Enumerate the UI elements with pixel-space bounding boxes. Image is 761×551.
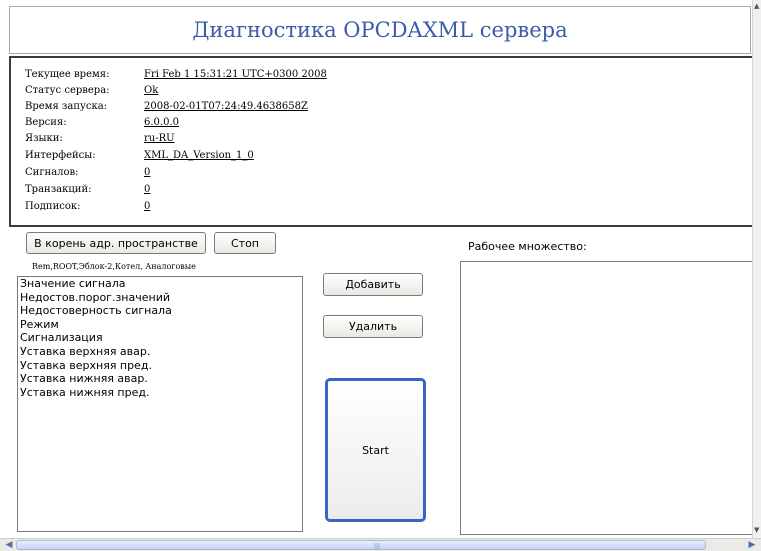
- info-label: Время запуска:: [25, 101, 108, 112]
- address-path: Rem,ROOT,Эблок-2,Котел, Аналоговые: [32, 262, 196, 271]
- info-value-link[interactable]: ru-RU: [144, 133, 175, 144]
- list-item[interactable]: Уставка верхняя авар.: [18, 345, 302, 359]
- info-label: Языки:: [25, 133, 63, 144]
- info-value-link[interactable]: Fri Feb 1 15:31:21 UTC+0300 2008: [144, 69, 327, 80]
- info-value-link[interactable]: 6.0.0.0: [144, 117, 179, 128]
- server-info-panel: Текущее время: Fri Feb 1 15:31:21 UTC+03…: [9, 56, 757, 227]
- info-value-link[interactable]: 0: [144, 167, 150, 178]
- list-item[interactable]: Режим: [18, 318, 302, 332]
- list-item[interactable]: Недостов.порог.значений: [18, 291, 302, 305]
- list-item[interactable]: Сигнализация: [18, 331, 302, 345]
- stop-button[interactable]: Стоп: [214, 232, 276, 254]
- list-item[interactable]: Недостоверность сигнала: [18, 304, 302, 318]
- info-label: Статус сервера:: [25, 85, 110, 96]
- info-label: Транзакций:: [25, 184, 92, 195]
- page: Диагностика OPCDAXML сервера Текущее вре…: [0, 0, 761, 551]
- start-button[interactable]: Start: [325, 378, 426, 522]
- info-value-link[interactable]: 0: [144, 184, 150, 195]
- delete-button[interactable]: Удалить: [323, 315, 423, 338]
- arrow-right-icon[interactable]: ▶: [745, 539, 759, 551]
- grip-icon: |||: [374, 543, 381, 550]
- working-set-list[interactable]: [460, 261, 760, 535]
- list-item[interactable]: Уставка нижняя авар.: [18, 372, 302, 386]
- list-item[interactable]: Значение сигнала: [18, 277, 302, 291]
- info-label: Версия:: [25, 117, 67, 128]
- info-value-link[interactable]: 2008-02-01T07:24:49.4638658Z: [144, 101, 308, 112]
- working-set-label: Рабочее множество:: [468, 240, 587, 253]
- horizontal-scrollbar[interactable]: ◀ ||| ▶: [0, 538, 761, 551]
- arrow-left-icon[interactable]: ◀: [2, 539, 16, 551]
- info-value-link[interactable]: 0: [144, 201, 150, 212]
- title-panel: Диагностика OPCDAXML сервера: [9, 6, 751, 54]
- arrow-down-icon[interactable]: ▼: [754, 526, 759, 534]
- page-title: Диагностика OPCDAXML сервера: [192, 18, 568, 42]
- info-label: Текущее время:: [25, 69, 110, 80]
- scrollbar-thumb[interactable]: |||: [16, 540, 706, 550]
- add-button[interactable]: Добавить: [323, 273, 423, 296]
- info-value-link[interactable]: XML_DA_Version_1_0: [144, 150, 254, 161]
- list-item[interactable]: Уставка верхняя пред.: [18, 359, 302, 373]
- info-value-link[interactable]: Ok: [144, 85, 158, 96]
- list-item[interactable]: Уставка нижняя пред.: [18, 386, 302, 400]
- info-label: Сигналов:: [25, 167, 79, 178]
- signal-list[interactable]: Значение сигнала Недостов.порог.значений…: [17, 276, 303, 532]
- info-label: Интерфейсы:: [25, 150, 96, 161]
- root-address-space-button[interactable]: В корень адр. пространстве: [26, 232, 206, 254]
- vertical-scrollbar[interactable]: ▲ ▼: [752, 0, 761, 538]
- info-label: Подписок:: [25, 201, 81, 212]
- arrow-up-icon[interactable]: ▲: [754, 2, 759, 10]
